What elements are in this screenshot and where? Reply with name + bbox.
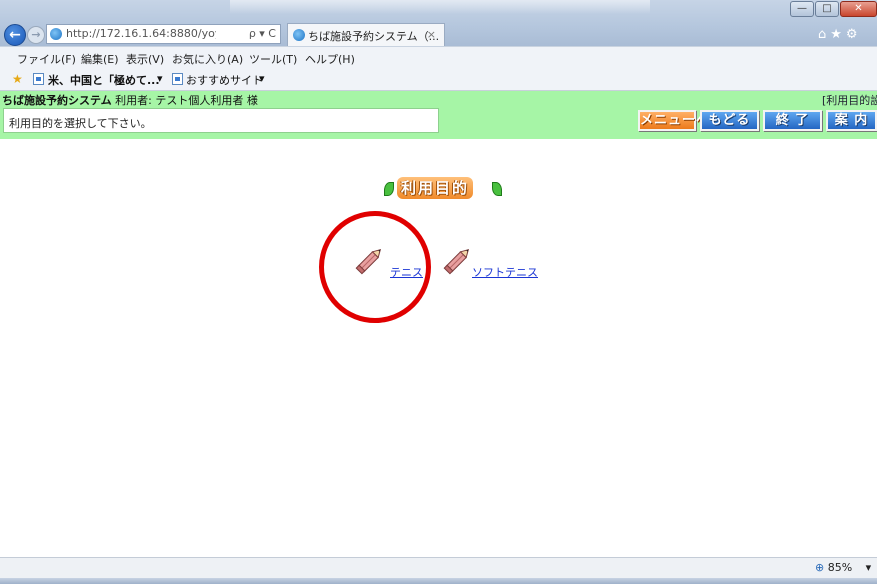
- close-window-button[interactable]: ✕: [840, 1, 877, 17]
- zoom-icon: ⊕: [815, 561, 825, 574]
- minimize-button[interactable]: —: [790, 1, 814, 17]
- favorites-star-icon[interactable]: ★: [12, 73, 26, 85]
- back-button[interactable]: もどる: [700, 110, 759, 131]
- favorite-link-suggested[interactable]: おすすめサイト: [186, 72, 263, 88]
- option-soft-tennis-link[interactable]: ソフトテニス: [472, 264, 538, 280]
- taskbar-edge: [0, 578, 877, 584]
- section-title-text: 利用目的: [397, 177, 474, 199]
- chevron-down-icon[interactable]: ▾: [157, 72, 163, 85]
- page-icon: [33, 73, 44, 85]
- menu-tools[interactable]: ツール(T): [249, 51, 297, 67]
- menu-favorites[interactable]: お気に入り(A): [172, 51, 243, 67]
- zoom-control[interactable]: ⊕ 85% ▾: [815, 561, 871, 574]
- favorite-link-news[interactable]: 米、中国と「極めて...: [48, 72, 160, 88]
- message-box: 利用目的を選択して下さい。: [3, 108, 439, 133]
- highlight-circle: [319, 211, 431, 323]
- app-title-line: ちば施設予約システム 利用者: テスト個人利用者 様: [2, 92, 258, 108]
- page-icon: [172, 73, 183, 85]
- menu-file[interactable]: ファイル(F): [17, 51, 76, 67]
- browser-back-button[interactable]: ←: [4, 24, 26, 46]
- menu-bar: ファイル(F) 編集(E) 表示(V) お気に入り(A) ツール(T) ヘルプ(…: [0, 46, 877, 68]
- search-refresh-icons[interactable]: ρ ▾ C: [249, 27, 276, 40]
- window-controls: — □ ✕: [788, 0, 877, 18]
- home-favorites-tools-icons[interactable]: ⌂★⚙: [818, 27, 862, 42]
- chevron-down-icon[interactable]: ▾: [866, 561, 872, 574]
- leaf-icon: [384, 182, 394, 196]
- address-url[interactable]: http://172.16.1.64:8880/yoyaku-ch: [66, 27, 216, 40]
- favorites-bar: ★ 米、中国と「極めて... ▾ おすすめサイト ▾: [0, 67, 877, 91]
- guide-button[interactable]: 案 内: [826, 110, 877, 131]
- tab-close-icon[interactable]: ×: [427, 28, 436, 41]
- leaf-icon: [492, 182, 502, 196]
- ie-page-icon: [50, 28, 62, 40]
- screen-label: [利用目的設定: [822, 94, 877, 107]
- app-title: ちば施設予約システム: [2, 94, 112, 107]
- tab-title: ちば施設予約システム（...: [308, 30, 440, 43]
- maximize-button[interactable]: □: [815, 1, 839, 17]
- menu-edit[interactable]: 編集(E): [81, 51, 119, 67]
- menu-button[interactable]: メニューへ: [638, 110, 709, 131]
- user-info: 利用者: テスト個人利用者 様: [115, 94, 258, 107]
- forward-arrow-icon: →: [31, 28, 41, 41]
- browser-forward-button[interactable]: →: [27, 26, 45, 44]
- status-bar: [0, 557, 877, 579]
- chevron-down-icon[interactable]: ▾: [259, 72, 265, 85]
- pencil-icon[interactable]: [440, 244, 474, 278]
- address-bar[interactable]: http://172.16.1.64:8880/yoyaku-ch ρ ▾ C: [46, 24, 281, 44]
- instruction-message: 利用目的を選択して下さい。: [9, 117, 152, 130]
- menu-help[interactable]: ヘルプ(H): [305, 51, 355, 67]
- browser-tab[interactable]: ちば施設予約システム（... ×: [287, 23, 445, 46]
- exit-button[interactable]: 終 了: [763, 110, 822, 131]
- tab-favicon-icon: [293, 29, 305, 41]
- back-arrow-icon: ←: [9, 27, 21, 43]
- menu-view[interactable]: 表示(V): [126, 51, 164, 67]
- zoom-level: 85%: [827, 561, 853, 574]
